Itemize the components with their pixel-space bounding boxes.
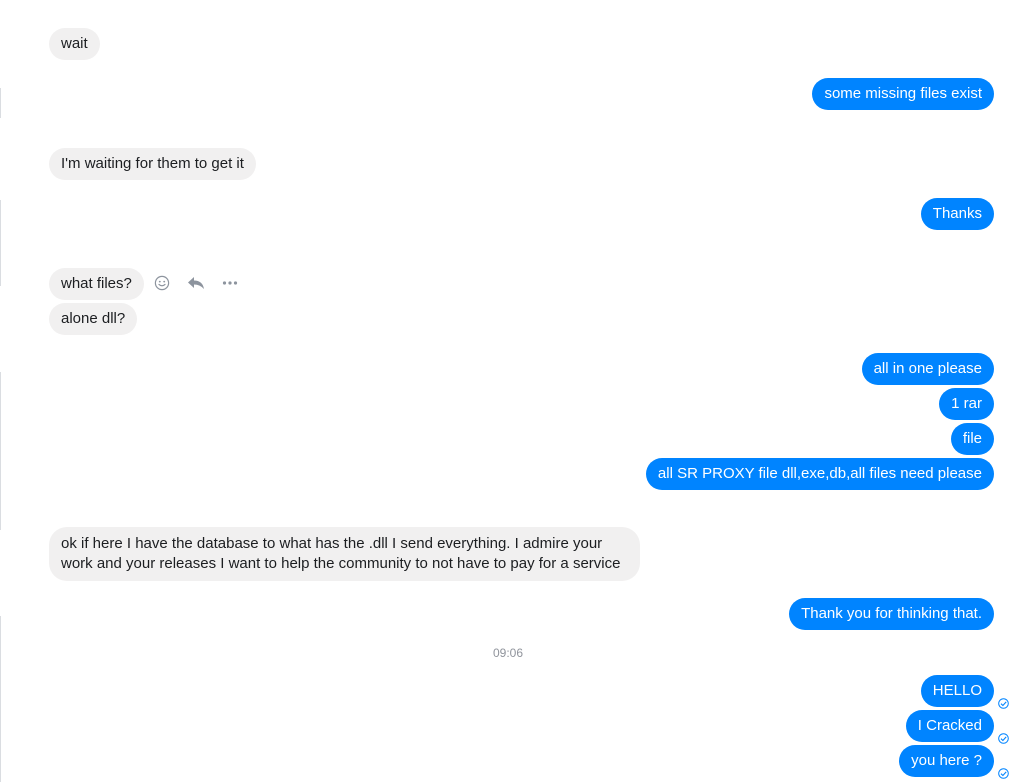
left-edge-line [0, 372, 1, 530]
message-outgoing[interactable]: Thanks [920, 198, 994, 230]
left-edge-line [0, 616, 1, 782]
message-incoming[interactable]: alone dll? [49, 303, 138, 335]
message-outgoing[interactable]: 1 rar [939, 388, 994, 420]
seen-check-icon [998, 696, 1009, 709]
message-incoming[interactable]: ok if here I have the database to what h… [49, 527, 640, 581]
message-outgoing[interactable]: all in one please [861, 353, 994, 385]
react-icon[interactable] [152, 273, 172, 293]
more-icon[interactable] [220, 273, 240, 293]
message-actions [152, 270, 240, 296]
message-outgoing[interactable]: you here ? [899, 745, 994, 777]
message-outgoing[interactable]: all SR PROXY file dll,exe,db,all files n… [645, 458, 994, 490]
left-edge-line [0, 88, 1, 118]
seen-check-icon [998, 731, 1009, 744]
message-outgoing[interactable]: file [950, 423, 994, 455]
message-outgoing[interactable]: HELLO [920, 675, 994, 707]
message-outgoing[interactable]: Thank you for thinking that. [789, 598, 994, 630]
message-outgoing[interactable]: I Cracked [905, 710, 994, 742]
message-outgoing[interactable]: some missing files exist [812, 78, 994, 110]
timestamp: 09:06 [492, 646, 524, 660]
reply-icon[interactable] [186, 273, 206, 293]
message-incoming[interactable]: wait [49, 28, 100, 60]
left-edge-line [0, 200, 1, 286]
seen-check-icon [998, 766, 1009, 779]
message-incoming[interactable]: I'm waiting for them to get it [49, 148, 256, 180]
message-incoming[interactable]: what files? [49, 268, 144, 300]
